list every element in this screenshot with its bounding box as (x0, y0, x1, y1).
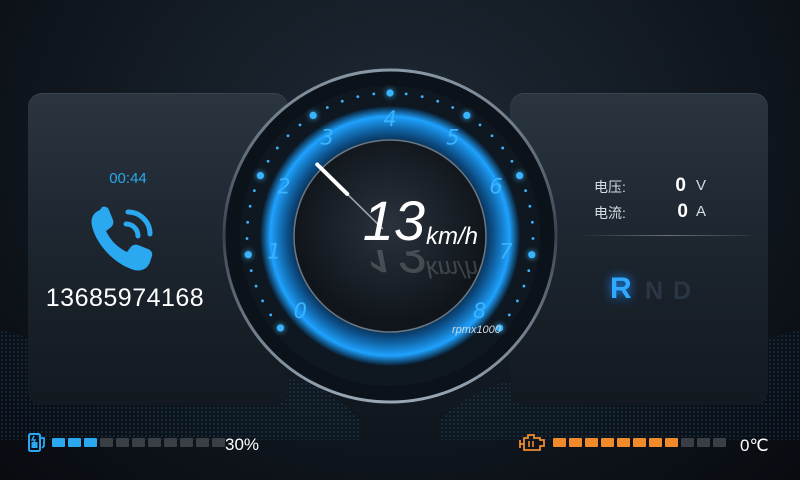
temperature-segment (585, 438, 598, 447)
current-value: 0 (677, 201, 688, 222)
battery-percent: 30% (225, 435, 260, 454)
current-unit: A (696, 203, 707, 220)
current-label: 电流: (594, 205, 626, 221)
battery-segment (52, 438, 65, 447)
battery-segment (196, 438, 209, 447)
voltage-label: 电压: (594, 179, 626, 195)
battery-segment (148, 438, 161, 447)
temperature-level-bar (553, 438, 726, 447)
temperature-value: 0℃ (740, 436, 769, 455)
separator-line (585, 235, 750, 236)
temperature-segment (553, 438, 566, 447)
temperature-segment (713, 438, 726, 447)
temperature-segment (665, 438, 678, 447)
speed-value: 13 (362, 189, 425, 252)
voltage-row: 电压: 0 V (594, 175, 706, 197)
battery-charging-icon (28, 433, 45, 452)
battery-level-bar (52, 438, 225, 447)
battery-segment (116, 438, 129, 447)
temperature-segment (649, 438, 662, 447)
phone-icon[interactable] (84, 202, 160, 278)
voltage-unit: V (696, 177, 707, 194)
speed-reflection-unit: km/h (426, 255, 479, 280)
speed-reflection: 13 km/h (343, 250, 503, 280)
phone-number: 13685974168 (45, 284, 205, 312)
battery-segment (132, 438, 145, 447)
call-duration: 00:44 (109, 170, 147, 187)
temperature-segment (697, 438, 710, 447)
voltage-value: 0 (675, 175, 686, 196)
speed-reflection-value: 13 (343, 250, 425, 280)
temperature-segment (633, 438, 646, 447)
temperature-segment (569, 438, 582, 447)
temperature-segment (601, 438, 614, 447)
battery-segment (212, 438, 225, 447)
current-row: 电流: 0 A (594, 201, 706, 223)
gear-r[interactable]: R (610, 272, 632, 306)
temperature-segment (617, 438, 630, 447)
right-panel (510, 93, 768, 405)
battery-segment (84, 438, 97, 447)
gear-d[interactable]: D (673, 277, 691, 306)
gear-n[interactable]: N (645, 277, 663, 306)
battery-segment (180, 438, 193, 447)
battery-segment (100, 438, 113, 447)
rpm-scale-label: rpmx1000 (452, 324, 501, 336)
battery-segment (68, 438, 81, 447)
battery-segment (164, 438, 177, 447)
speed-unit: km/h (426, 223, 479, 250)
engine-temperature-icon (519, 434, 545, 451)
temperature-segment (681, 438, 694, 447)
